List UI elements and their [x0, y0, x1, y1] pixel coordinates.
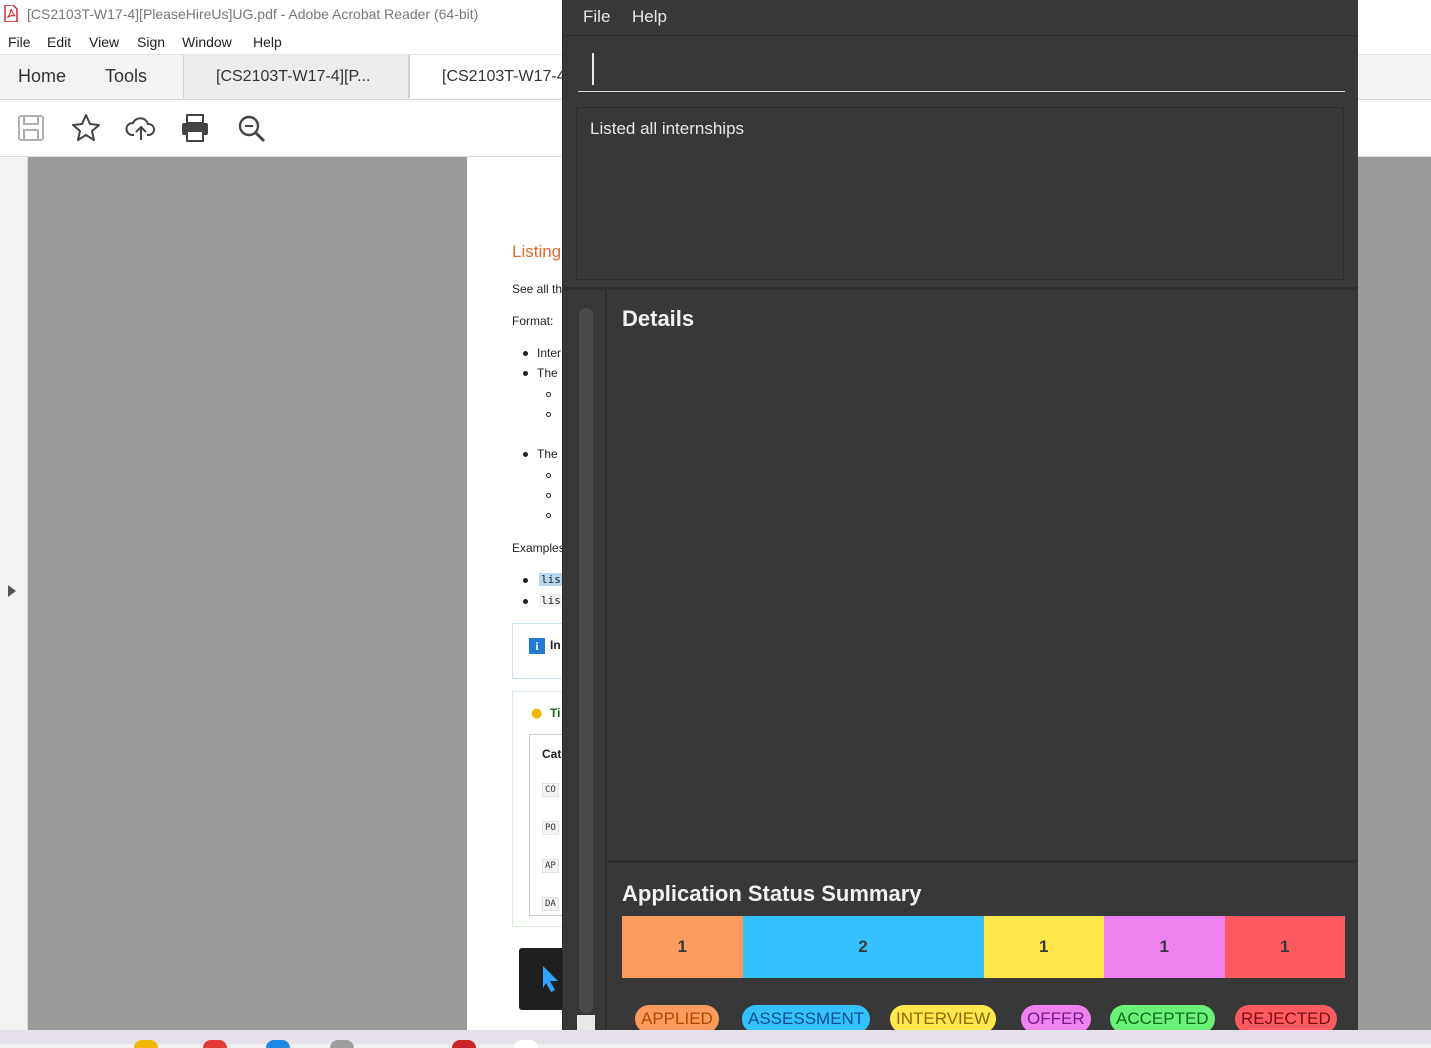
category-table: Cat CO PO AP DA [529, 734, 567, 916]
save-icon[interactable] [15, 112, 47, 144]
tip-box: ● Ti Cat CO PO AP DA [512, 691, 567, 927]
bullet [546, 513, 551, 518]
status-bar-segment: 1 [622, 916, 743, 978]
pdf-page: Listing See all th Format: Inter The The… [467, 157, 567, 1030]
menu-file[interactable]: File [8, 34, 31, 50]
menu-view[interactable]: View [89, 34, 119, 50]
legend-rejected: REJECTED [1235, 1005, 1337, 1030]
table-cell: CO [542, 783, 559, 797]
taskbar-app-icon[interactable] [134, 1040, 158, 1048]
status-bar-segment: 1 [1224, 916, 1345, 978]
info-title: In [550, 638, 561, 652]
floating-tool-button[interactable] [519, 948, 567, 1010]
status-bar: 12111 [622, 916, 1345, 978]
table-cell: PO [542, 821, 559, 835]
code-snippet: lis [539, 573, 563, 586]
info-icon: i [529, 638, 545, 654]
details-title: Details [622, 306, 695, 331]
page-text: Inter [537, 346, 562, 360]
internship-list-pane [563, 290, 607, 1030]
summary-title: Application Status Summary [622, 881, 922, 906]
taskbar-app-icon[interactable] [514, 1040, 538, 1048]
taskbar [0, 1030, 1431, 1048]
lightbulb-icon: ● [531, 706, 543, 721]
internship-app-window: File Help Listed all internships Details… [563, 0, 1358, 1030]
result-display: Listed all internships [576, 107, 1344, 280]
list-scrollbar[interactable] [579, 308, 593, 1013]
text-caret [592, 53, 594, 85]
list-scrollbar-thumb[interactable] [577, 1015, 595, 1030]
pdf-icon [4, 5, 18, 22]
status-bar-segment: 1 [983, 916, 1104, 978]
code-snippet: lis [539, 594, 563, 607]
tip-title: Ti [550, 706, 561, 720]
taskbar-app-icon[interactable] [452, 1040, 476, 1048]
print-icon[interactable] [179, 112, 211, 144]
menu-window[interactable]: Window [182, 34, 232, 50]
tab-document-1[interactable]: [CS2103T-W17-4][P... [183, 55, 409, 98]
status-summary-panel: Application Status Summary 12111 APPLIED… [608, 860, 1358, 1030]
window-title: [CS2103T-W17-4][PleaseHireUs]UG.pdf - Ad… [27, 6, 479, 22]
tab-tools[interactable]: Tools [105, 55, 147, 98]
result-message: Listed all internships [590, 119, 745, 138]
page-text: See all th [512, 282, 563, 296]
cursor-icon [543, 966, 558, 992]
page-text: Examples [512, 541, 565, 555]
legend-interview: INTERVIEW [890, 1005, 997, 1030]
table-cell: DA [542, 897, 559, 911]
taskbar-app-icon[interactable] [330, 1040, 354, 1048]
bullet [523, 351, 528, 356]
expand-panel-icon[interactable] [8, 585, 16, 597]
upload-icon[interactable] [125, 112, 157, 144]
status-bar-segment: 2 [742, 916, 984, 978]
page-heading: Listing [512, 242, 562, 261]
menu-edit[interactable]: Edit [47, 34, 71, 50]
command-box [563, 36, 1358, 100]
page-text: The [537, 366, 558, 380]
command-input[interactable] [578, 48, 1345, 92]
page-text: The [537, 447, 558, 461]
table-header: Cat [542, 747, 562, 761]
app-menu-bar: File Help [563, 0, 1358, 36]
legend-offer: OFFER [1021, 1005, 1091, 1030]
status-bar-segment: 1 [1104, 916, 1225, 978]
details-panel: Details [608, 290, 1358, 860]
info-box: i In [512, 623, 567, 679]
tab-home[interactable]: Home [18, 55, 66, 98]
taskbar-app-icon[interactable] [266, 1040, 290, 1048]
bullet [546, 493, 551, 498]
app-menu-file[interactable]: File [583, 7, 610, 27]
bullet [546, 473, 551, 478]
bullet [523, 452, 528, 457]
zoom-icon[interactable] [235, 112, 267, 144]
bullet [546, 392, 551, 397]
tab-document-2[interactable]: [CS2103T-W17-4 [409, 55, 569, 98]
app-menu-help[interactable]: Help [632, 7, 667, 27]
legend-assessment: ASSESSMENT [742, 1005, 871, 1030]
taskbar-app-icon[interactable] [203, 1040, 227, 1048]
menu-help[interactable]: Help [253, 34, 282, 50]
star-icon[interactable] [70, 112, 102, 144]
page-text: Format: [512, 314, 554, 328]
legend-applied: APPLIED [635, 1005, 719, 1030]
bullet [523, 371, 528, 376]
legend-accepted: ACCEPTED [1110, 1005, 1215, 1030]
acrobat-left-rail [0, 157, 28, 1030]
bullet [523, 578, 528, 583]
table-cell: AP [542, 859, 559, 873]
menu-sign[interactable]: Sign [137, 34, 165, 50]
bullet [523, 599, 528, 604]
bullet [546, 412, 551, 417]
